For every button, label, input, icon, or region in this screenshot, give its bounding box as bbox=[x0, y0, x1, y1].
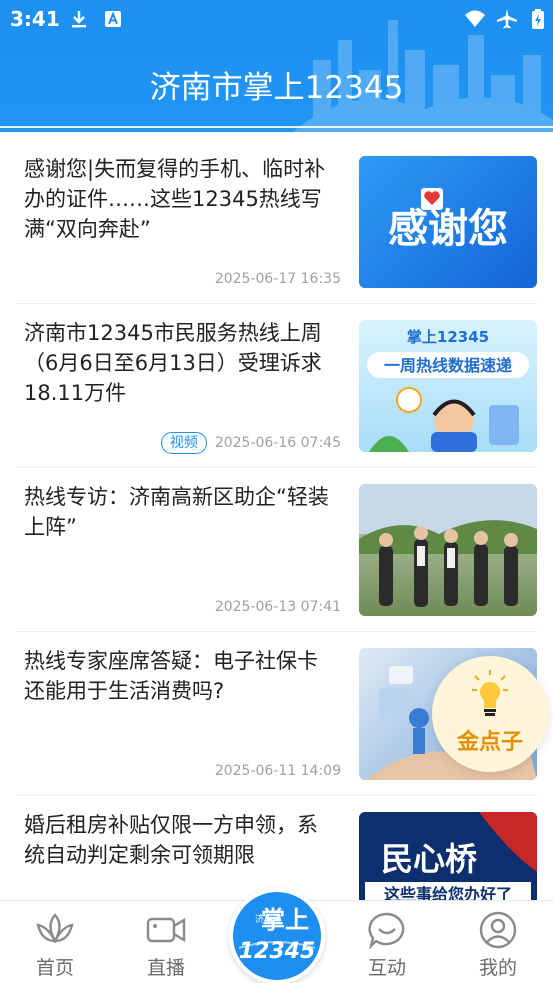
news-title: 济南市12345市民服务热线上周（6月6日至6月13日）受理诉求18.11万件 bbox=[24, 321, 322, 405]
news-item[interactable]: 感谢您|失而复得的手机、临时补办的证件……这些12345热线写满“双向奔赴” 2… bbox=[16, 140, 537, 304]
news-item[interactable]: 济南市12345市民服务热线上周（6月6日至6月13日）受理诉求18.11万件 … bbox=[16, 304, 537, 468]
chat-bubble-icon bbox=[368, 912, 405, 949]
thumbnail-caption: 感谢您 bbox=[388, 206, 508, 252]
app-header: 3:41 济南市掌上12345 bbox=[0, 0, 553, 132]
news-title: 热线专访：济南高新区助企“轻装上阵” bbox=[24, 485, 329, 539]
news-meta: 2025-06-11 14:09 bbox=[215, 759, 341, 783]
wifi-icon bbox=[465, 10, 485, 27]
nav-mine[interactable]: 我的 bbox=[448, 901, 548, 983]
news-meta: 视频 2025-06-16 07:45 bbox=[160, 431, 341, 455]
nav-interact[interactable]: 互动 bbox=[337, 901, 437, 983]
header-divider bbox=[0, 126, 553, 128]
news-title: 感谢您|失而复得的手机、临时补办的证件……这些12345热线写满“双向奔赴” bbox=[24, 157, 326, 241]
zhangshang-12345-logo: 济南市 掌上 12345 bbox=[238, 906, 316, 964]
nav-live[interactable]: 直播 bbox=[116, 901, 216, 983]
nav-interact-label: 互动 bbox=[367, 957, 406, 979]
news-item[interactable]: 热线专访：济南高新区助企“轻装上阵” 2025-06-13 07:41 bbox=[16, 468, 537, 632]
video-camera-icon bbox=[146, 917, 186, 943]
video-badge: 视频 bbox=[160, 432, 207, 454]
thumbnail-graphic bbox=[359, 484, 537, 607]
news-meta: 2025-06-17 16:35 bbox=[215, 267, 341, 291]
nav-live-label: 直播 bbox=[146, 957, 185, 979]
news-thumbnail: 感谢您 bbox=[359, 156, 537, 288]
nav-home-label: 首页 bbox=[35, 957, 74, 979]
download-icon bbox=[72, 11, 86, 28]
nav-home[interactable]: 首页 bbox=[5, 901, 105, 983]
battery-icon bbox=[532, 9, 544, 29]
golden-idea-label: 金点子 bbox=[456, 730, 523, 755]
thumbnail-caption: 掌上12345 bbox=[407, 328, 489, 346]
lotus-home-icon bbox=[36, 913, 74, 944]
nav-mine-label: 我的 bbox=[478, 957, 517, 979]
news-date: 2025-06-16 07:45 bbox=[214, 435, 341, 451]
news-list: 感谢您|失而复得的手机、临时补办的证件……这些12345热线写满“双向奔赴” 2… bbox=[0, 140, 553, 960]
news-date: 2025-06-17 16:35 bbox=[214, 271, 341, 287]
lightbulb-icon bbox=[472, 670, 508, 716]
news-title: 热线专家座席答疑：电子社保卡还能用于生活消费吗? bbox=[24, 649, 318, 703]
app-notification-icon bbox=[105, 11, 121, 27]
center-12345-button[interactable]: 济南市 掌上 12345 bbox=[229, 888, 325, 983]
user-profile-icon bbox=[479, 911, 517, 949]
news-title: 婚后租房补贴仅限一方申领，系统自动判定剩余可领期限 bbox=[24, 813, 318, 867]
logo-zhangshang-text: 掌上 bbox=[261, 906, 309, 934]
golden-idea-button[interactable]: 金点子 bbox=[432, 656, 548, 772]
airplane-icon bbox=[497, 9, 517, 29]
thumbnail-graphic: 感谢您 bbox=[388, 188, 508, 252]
news-date: 2025-06-11 14:09 bbox=[214, 763, 341, 779]
status-bar: 3:41 bbox=[0, 0, 553, 38]
page-title: 济南市掌上12345 bbox=[149, 70, 404, 106]
news-thumbnail bbox=[359, 484, 537, 616]
status-time: 3:41 bbox=[10, 7, 60, 31]
news-date: 2025-06-13 07:41 bbox=[214, 599, 341, 615]
news-thumbnail: 掌上12345 一周热线数据速递 bbox=[359, 320, 537, 452]
thumbnail-caption: 民心桥 bbox=[381, 840, 477, 878]
thumbnail-subcaption: 一周热线数据速递 bbox=[384, 356, 512, 375]
logo-number-text: 12345 bbox=[239, 939, 316, 964]
news-meta: 2025-06-13 07:41 bbox=[215, 595, 341, 619]
thumbnail-graphic: 掌上12345 一周热线数据速递 bbox=[367, 328, 529, 452]
